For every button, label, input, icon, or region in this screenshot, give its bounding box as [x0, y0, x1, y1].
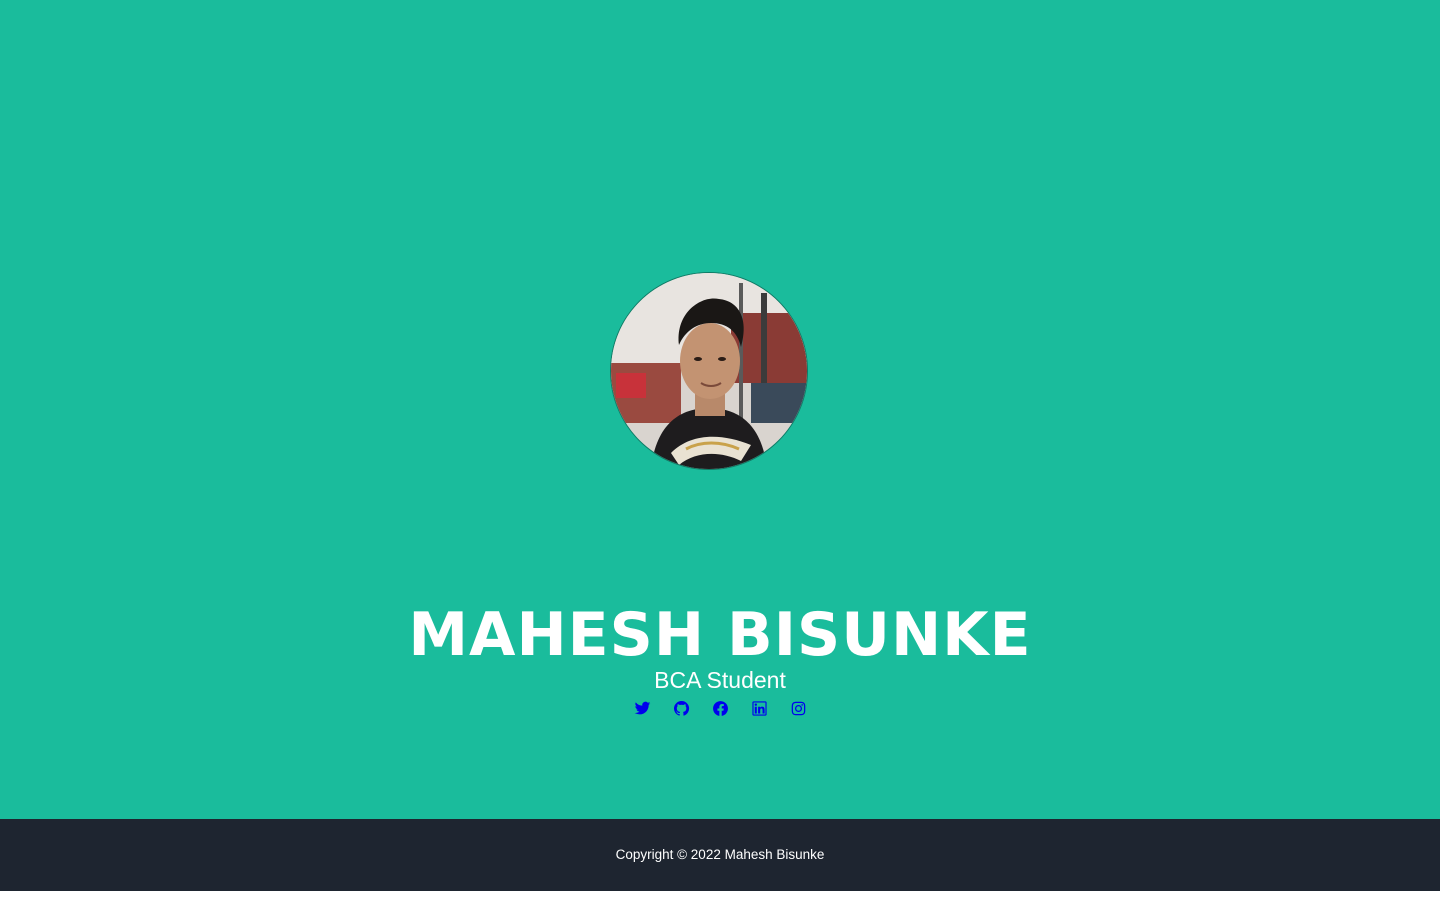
facebook-link[interactable]	[712, 700, 729, 717]
hero-section: MAHESH BISUNKE BCA Student	[0, 0, 1440, 819]
facebook-icon	[712, 701, 728, 716]
linkedin-link[interactable]	[751, 700, 768, 717]
github-icon	[673, 701, 689, 716]
github-link[interactable]	[673, 700, 690, 717]
copyright-text: Copyright © 2022 Mahesh Bisunke	[615, 847, 825, 862]
twitter-icon	[634, 701, 650, 715]
instagram-icon	[791, 701, 805, 716]
profile-role: BCA Student	[654, 667, 786, 693]
profile-name: MAHESH BISUNKE	[408, 600, 1032, 670]
avatar-photo	[611, 273, 807, 469]
linkedin-icon	[751, 701, 767, 716]
instagram-link[interactable]	[790, 700, 807, 717]
twitter-link[interactable]	[634, 700, 651, 717]
avatar	[611, 273, 807, 469]
social-links	[0, 700, 1440, 722]
